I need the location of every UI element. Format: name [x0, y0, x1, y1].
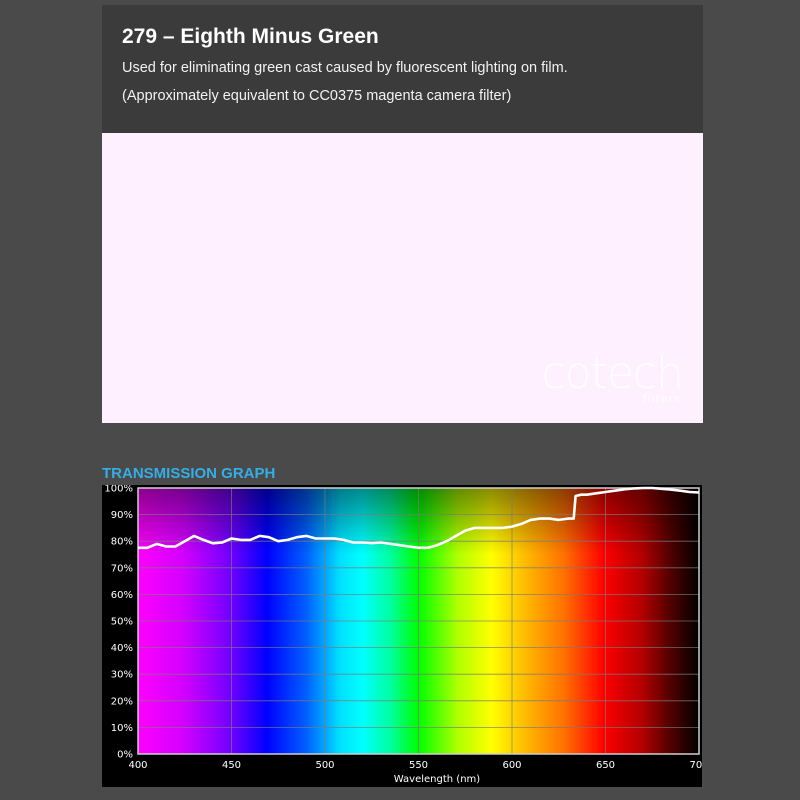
- y-tick-label: 30%: [111, 670, 133, 681]
- x-tick-label: 500: [315, 760, 334, 771]
- filter-info-header: 279 – Eighth Minus Green Used for elimin…: [102, 5, 703, 133]
- x-tick-label: 450: [222, 760, 241, 771]
- y-tick-label: 70%: [111, 563, 133, 574]
- x-tick-label: 550: [409, 760, 428, 771]
- brand-watermark-logo: cotech filters: [541, 348, 684, 406]
- y-tick-label: 0%: [117, 750, 133, 761]
- y-tick-label: 80%: [111, 537, 133, 548]
- filter-description: Used for eliminating green cast caused b…: [122, 60, 568, 76]
- x-axis-label: Wavelength (nm): [394, 774, 480, 785]
- y-tick-label: 50%: [111, 617, 133, 628]
- transmission-chart-svg: 0% 10% 20% 30% 40% 50% 60% 70% 80% 90% 100% 400 450…: [104, 484, 708, 786]
- y-tick-label: 60%: [111, 590, 133, 601]
- y-tick-label: 100%: [104, 485, 133, 495]
- x-tick-label: 700: [689, 760, 702, 771]
- filter-title: 279 – Eighth Minus Green: [122, 25, 379, 48]
- y-tick-label: 10%: [111, 723, 133, 734]
- filter-equivalent: (Approximately equivalent to CC0375 mage…: [122, 88, 512, 104]
- watermark-brand: cotech: [541, 348, 684, 399]
- y-tick-label: 20%: [111, 696, 133, 707]
- transmission-graph: 0% 10% 20% 30% 40% 50% 60% 70% 80% 90% 100% 400 450…: [102, 484, 709, 787]
- x-tick-label: 650: [596, 760, 615, 771]
- transmission-graph-heading: TRANSMISSION GRAPH: [102, 465, 276, 482]
- x-tick-label: 400: [128, 760, 147, 771]
- x-tick-label: 600: [502, 760, 521, 771]
- y-tick-label: 90%: [111, 510, 133, 521]
- y-tick-label: 40%: [111, 643, 133, 654]
- filter-color-swatch: cotech filters: [102, 133, 703, 423]
